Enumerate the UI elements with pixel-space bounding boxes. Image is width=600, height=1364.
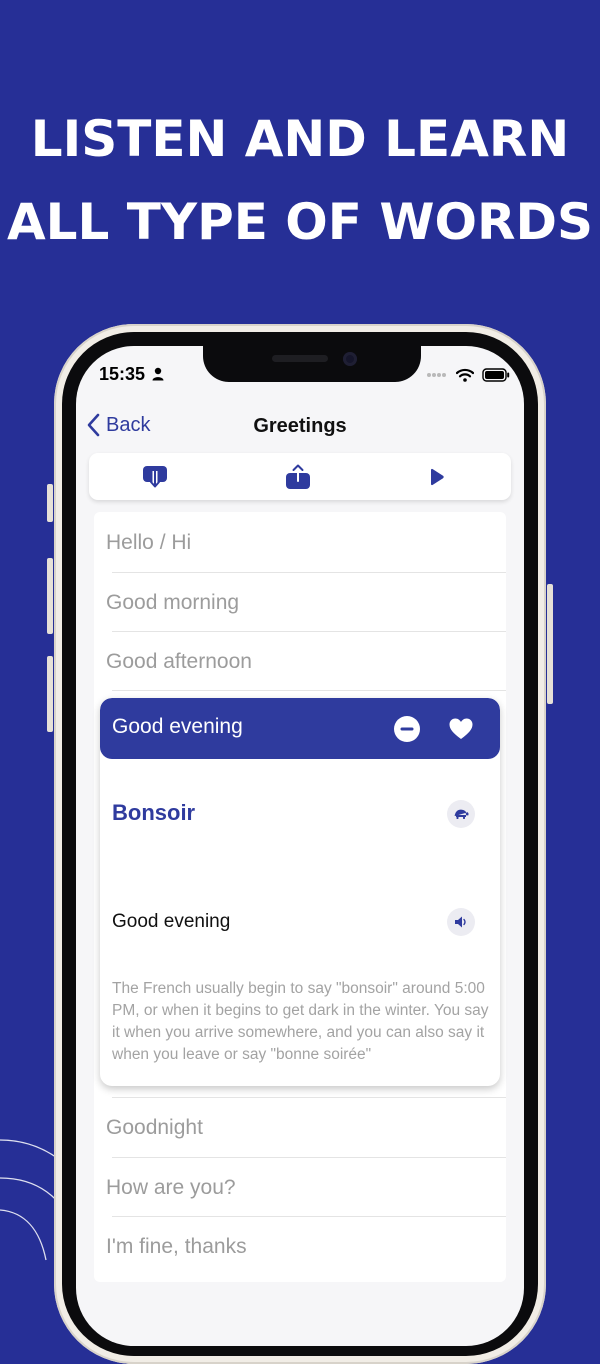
translation-text: Bonsoir [112,800,196,825]
slow-play-button[interactable] [447,800,475,828]
list-item[interactable]: Good afternoon [106,632,506,691]
phrase-description: The French usually begin to say "bonsoir… [112,980,489,1063]
toolbar [89,453,511,500]
phone-volume-up [47,558,53,634]
expanded-phrase-title: Good evening [112,715,243,738]
list-item[interactable]: Goodnight [106,1098,506,1157]
cellular-signal-icon [427,373,446,377]
turtle-icon [454,809,469,819]
status-time: 15:35 [99,364,146,384]
battery-icon [482,368,510,382]
share-icon [286,464,310,489]
play-button[interactable] [422,462,452,492]
play-icon [431,468,444,486]
favorite-button[interactable] [448,716,474,747]
headline: LISTEN AND LEARN ALL TYPE OF WORDS [0,98,600,264]
list-item[interactable]: Good morning [106,573,506,632]
expanded-phrase-header[interactable]: Good evening [100,698,500,759]
back-label: Back [106,413,151,436]
minus-circle-icon [394,716,420,742]
list-item[interactable]: I'm fine, thanks [106,1217,506,1276]
wifi-icon [456,368,474,382]
phone-power-button [547,584,553,704]
back-button[interactable]: Back [86,413,150,437]
speaker-icon [455,916,466,928]
speaker-button[interactable] [447,908,475,936]
expanded-phrase-card: Good evening Bonsoir Good evening The Fr… [100,698,500,1086]
person-icon [152,367,164,381]
english-text: Good evening [112,911,231,932]
status-indicators [426,368,510,382]
chevron-left-icon [87,413,100,437]
headline-line-2: ALL TYPE OF WORDS [6,193,594,251]
phone-side-button [47,484,53,522]
phone-volume-down [47,656,53,732]
divider [112,690,506,691]
list-item[interactable]: Hello / Hi [106,513,506,572]
heart-icon [449,718,473,739]
headline-line-1: LISTEN AND LEARN [30,110,570,168]
share-button[interactable] [283,462,313,492]
download-icon [143,466,167,488]
phone-camera [343,352,357,366]
collapse-button[interactable] [394,716,420,747]
phone-speaker [272,355,328,362]
list-item[interactable]: How are you? [106,1158,506,1217]
page-title: Greetings [253,415,347,437]
download-button[interactable] [140,462,170,492]
